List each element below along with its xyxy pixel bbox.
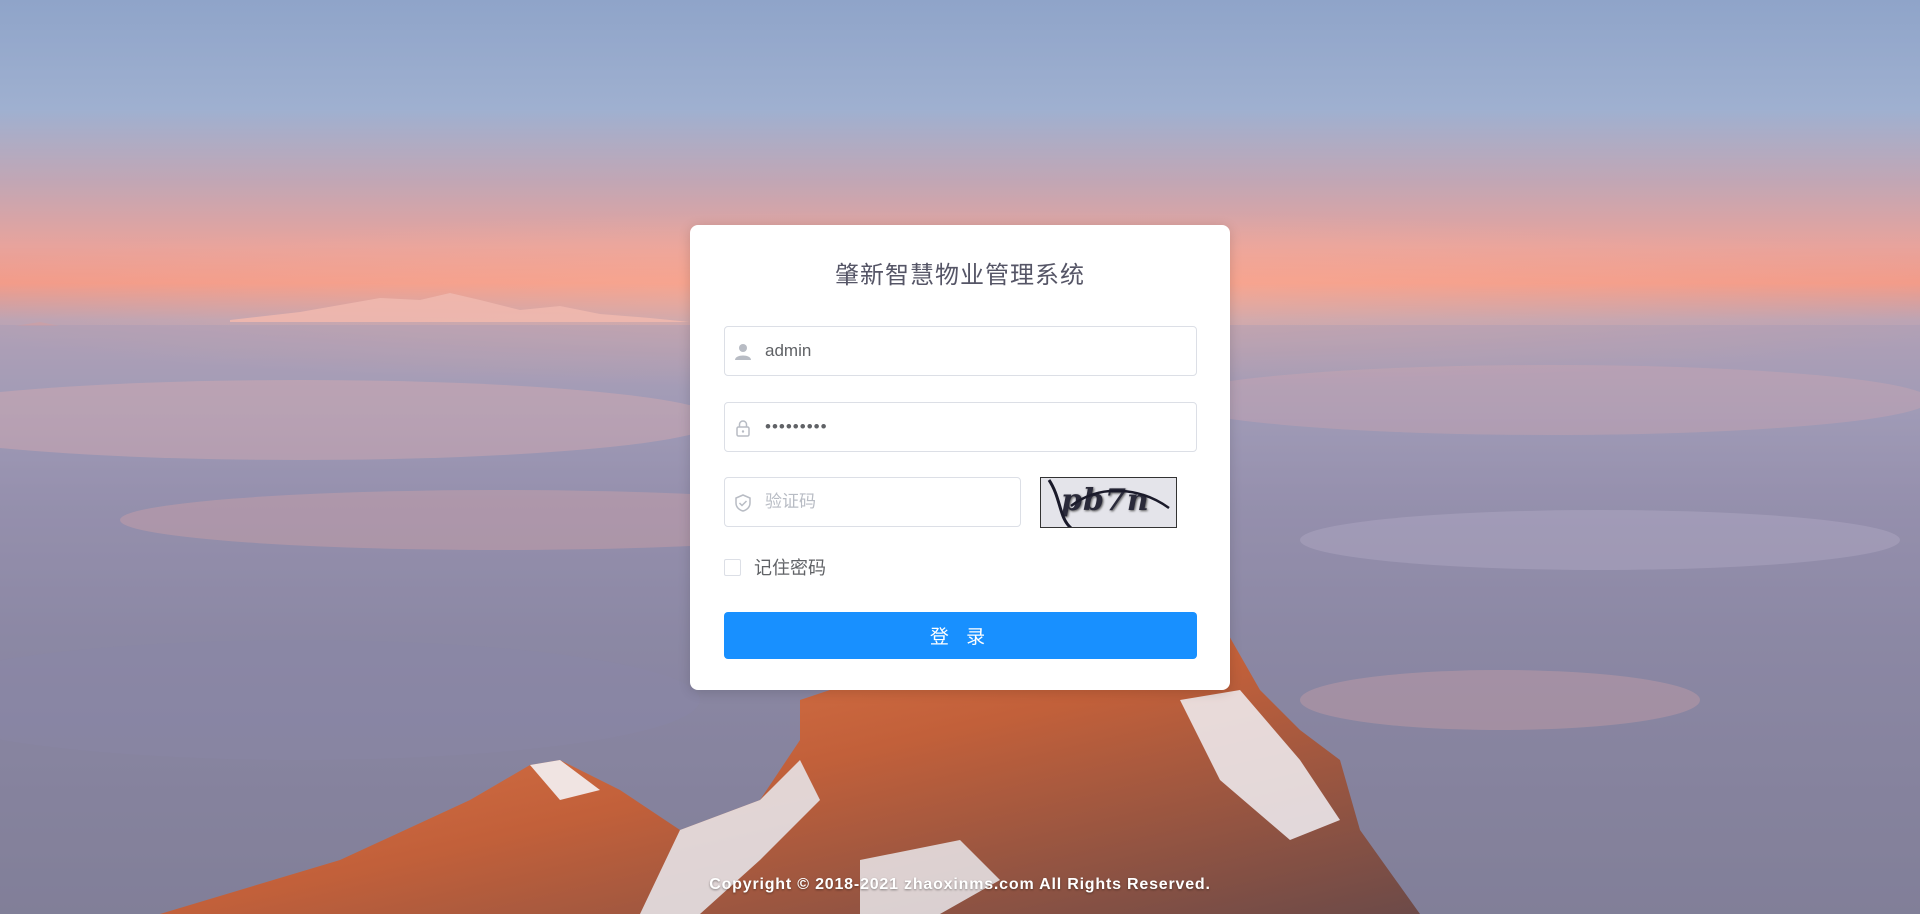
user-icon xyxy=(733,342,753,362)
shield-icon xyxy=(733,493,753,513)
captcha-image[interactable]: pb7n xyxy=(1040,477,1177,528)
login-card: 肇新智慧物业管理系统 pb7n xyxy=(690,225,1230,690)
captcha-field[interactable] xyxy=(724,477,1021,527)
username-input[interactable] xyxy=(765,327,1185,375)
remember-checkbox[interactable] xyxy=(724,558,741,576)
password-field[interactable] xyxy=(724,402,1197,452)
lock-icon xyxy=(733,418,753,438)
remember-password[interactable]: 记住密码 xyxy=(724,555,826,579)
login-button[interactable]: 登 录 xyxy=(724,612,1197,659)
page-title: 肇新智慧物业管理系统 xyxy=(835,262,1085,289)
captcha-input[interactable] xyxy=(765,478,1010,526)
password-input[interactable] xyxy=(765,403,1185,451)
copyright-footer: Copyright © 2018-2021 zhaoxinms.com All … xyxy=(709,876,1211,893)
username-field[interactable] xyxy=(724,326,1197,376)
remember-label: 记住密码 xyxy=(754,558,826,578)
